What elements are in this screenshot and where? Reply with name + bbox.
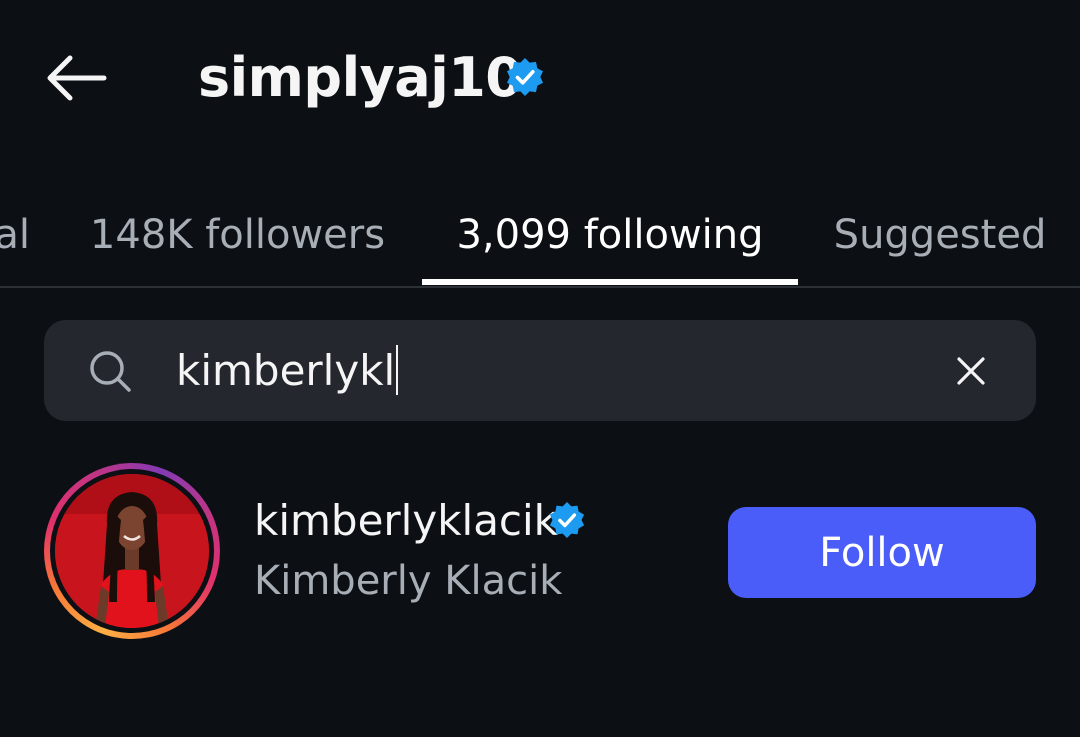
tab-bar: al 148K followers 3,099 following Sugges… xyxy=(0,185,1080,285)
tab-suggested[interactable]: Suggested xyxy=(815,185,1065,285)
tab-following[interactable]: 3,099 following xyxy=(422,185,798,285)
verified-badge-icon xyxy=(549,501,585,539)
avatar xyxy=(55,474,209,628)
active-tab-indicator xyxy=(422,279,798,285)
story-ring[interactable] xyxy=(44,463,220,639)
list-item[interactable]: kimberlyklacik Kimberly Klacik Follow xyxy=(0,455,1080,655)
back-button[interactable] xyxy=(40,48,112,108)
page-title: simplyaj10 xyxy=(198,46,523,109)
search-box[interactable]: kimberlykl xyxy=(44,320,1036,421)
search-icon xyxy=(90,351,131,392)
clear-search-button[interactable] xyxy=(950,350,992,392)
result-username[interactable]: kimberlyklacik xyxy=(254,493,558,549)
result-full-name: Kimberly Klacik xyxy=(254,558,563,604)
following-screen: simplyaj10 al 148K followers 3,099 follo… xyxy=(0,0,1080,737)
tabs-divider xyxy=(0,286,1080,288)
close-icon xyxy=(957,357,985,385)
follow-button[interactable]: Follow xyxy=(728,507,1036,598)
search-input-text: kimberlykl xyxy=(176,346,396,395)
tab-partial[interactable]: al xyxy=(0,185,30,285)
avatar-image xyxy=(55,474,209,628)
text-caret xyxy=(396,345,399,395)
verified-badge-icon xyxy=(507,58,543,96)
search-input[interactable]: kimberlykl xyxy=(176,338,399,404)
arrow-left-icon xyxy=(47,55,107,101)
tab-followers[interactable]: 148K followers xyxy=(60,185,415,285)
